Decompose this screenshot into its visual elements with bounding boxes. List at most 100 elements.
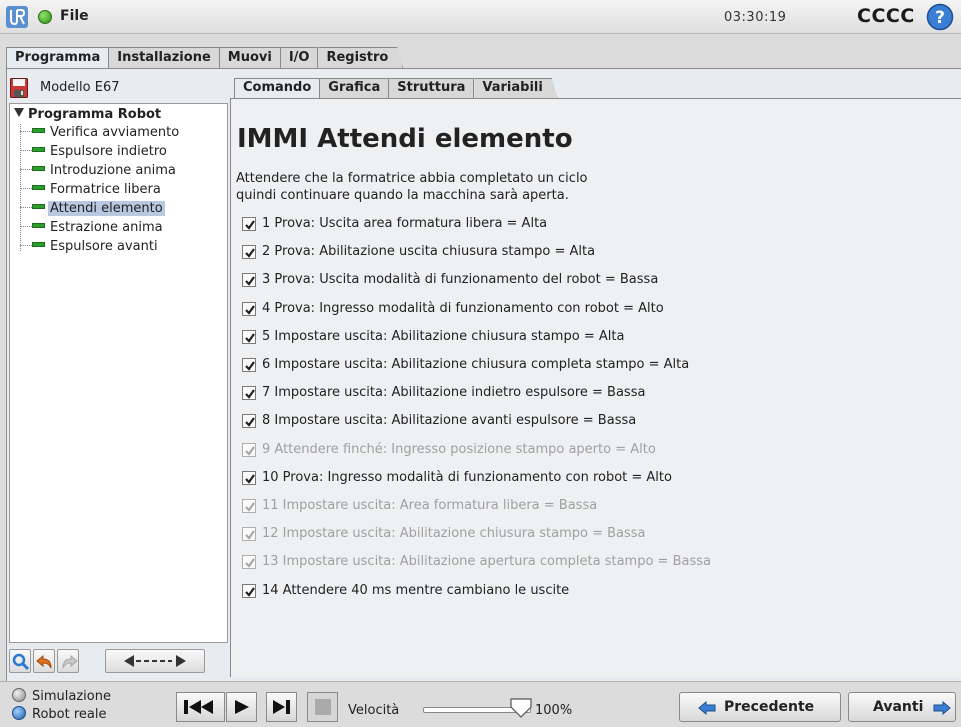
- node-icon: [32, 185, 45, 190]
- step-label: 11 Impostare uscita: Area formatura libe…: [262, 498, 598, 513]
- checkmark-icon: [245, 474, 255, 484]
- node-icon: [32, 166, 45, 171]
- step-label: 4 Prova: Ingresso modalità di funzioname…: [262, 301, 664, 316]
- move-arrow-button[interactable]: [105, 649, 205, 673]
- checkbox[interactable]: [242, 471, 256, 485]
- step-forward-button[interactable]: [266, 692, 297, 722]
- tab-variabili[interactable]: Variabili: [474, 78, 557, 99]
- tree-item-label: Introduzione anima: [50, 163, 176, 178]
- tree-item-label: Espulsore indietro: [50, 144, 167, 159]
- checkmark-icon: [245, 446, 255, 456]
- expand-triangle-icon[interactable]: [14, 108, 24, 117]
- tab-grafica[interactable]: Grafica: [320, 78, 390, 99]
- mode-simulation[interactable]: Simulazione: [12, 688, 111, 708]
- tab-registro[interactable]: Registro: [318, 47, 403, 69]
- tab-programma[interactable]: Programma: [6, 47, 110, 69]
- previous-button[interactable]: Precedente: [679, 692, 841, 722]
- robot-name: CCCC: [857, 5, 915, 27]
- checkbox[interactable]: [242, 217, 256, 231]
- previous-label: Precedente: [724, 699, 815, 715]
- tree-item[interactable]: Espulsore avanti: [20, 239, 160, 257]
- node-icon: [32, 242, 45, 247]
- redo-button[interactable]: [57, 649, 79, 673]
- tree-item-label: Verifica avviamento: [50, 125, 180, 140]
- checkbox[interactable]: [242, 386, 256, 400]
- page-title: IMMI Attendi elemento: [237, 124, 573, 154]
- tree-item-label: Estrazione anima: [50, 220, 163, 235]
- main-tabs: Programma Installazione Muovi I/O Regist…: [6, 47, 403, 69]
- undo-icon: [36, 654, 52, 669]
- clock: 03:30:19: [724, 10, 787, 25]
- help-glyph: ?: [935, 8, 945, 28]
- step-label: 13 Impostare uscita: Abilitazione apertu…: [262, 554, 711, 569]
- search-button[interactable]: [9, 649, 31, 673]
- file-menu[interactable]: File: [60, 8, 89, 24]
- checkbox[interactable]: [242, 330, 256, 344]
- stop-button[interactable]: [307, 692, 338, 722]
- mode-simulation-label: Simulazione: [32, 689, 111, 704]
- checkbox[interactable]: [242, 273, 256, 287]
- step-label: 14 Attendere 40 ms mentre cambiano le us…: [262, 583, 570, 598]
- radio-on-icon[interactable]: [12, 706, 26, 720]
- checkmark-icon: [245, 502, 255, 512]
- tree-item-label: Espulsore avanti: [50, 239, 158, 254]
- checkbox[interactable]: [242, 584, 256, 598]
- tree-item[interactable]: Espulsore indietro: [20, 144, 169, 162]
- step-label: 8 Impostare uscita: Abilitazione avanti …: [262, 413, 637, 428]
- speed-value: 100%: [535, 703, 573, 718]
- next-button[interactable]: Avanti: [848, 692, 956, 722]
- description-line: Attendere che la formatrice abbia comple…: [236, 171, 588, 186]
- tree-root[interactable]: Programma Robot: [14, 107, 161, 122]
- checkbox[interactable]: [242, 358, 256, 372]
- tree-root-label: Programma Robot: [28, 107, 162, 122]
- tree-item[interactable]: Introduzione anima: [20, 163, 178, 181]
- tab-installazione[interactable]: Installazione: [109, 47, 220, 69]
- tree-item[interactable]: Verifica avviamento: [20, 125, 181, 143]
- checkbox[interactable]: [242, 245, 256, 259]
- rewind-icon: [184, 700, 213, 714]
- tab-comando[interactable]: Comando: [234, 78, 321, 99]
- checkbox[interactable]: [242, 527, 256, 541]
- checkmark-icon: [245, 389, 255, 399]
- top-bar: File 03:30:19 CCCC ?: [0, 0, 961, 34]
- tree-item[interactable]: Formatrice libera: [20, 182, 163, 200]
- search-icon: [12, 653, 30, 671]
- checkmark-icon: [245, 361, 255, 371]
- radio-off-icon[interactable]: [12, 688, 26, 702]
- checkbox[interactable]: [242, 302, 256, 316]
- save-icon[interactable]: [10, 78, 28, 98]
- step-label: 2 Prova: Abilitazione uscita chiusura st…: [262, 244, 596, 259]
- status-green-icon: [38, 10, 52, 24]
- node-icon: [32, 147, 45, 152]
- step-label: 1 Prova: Uscita area formatura libera = …: [262, 216, 548, 231]
- ur-logo-icon: [6, 6, 28, 28]
- speed-slider-thumb[interactable]: [510, 698, 532, 718]
- step-forward-icon: [273, 700, 290, 714]
- double-arrow-icon: [124, 655, 186, 667]
- help-icon[interactable]: ?: [926, 3, 954, 31]
- program-tree: Programma Robot Verifica avviamento Espu…: [9, 103, 228, 643]
- tree-item[interactable]: Estrazione anima: [20, 220, 165, 238]
- tab-muovi[interactable]: Muovi: [219, 47, 281, 69]
- undo-button[interactable]: [33, 649, 55, 673]
- tree-toolbar: [9, 649, 228, 677]
- play-button[interactable]: [226, 692, 257, 722]
- speed-label: Velocità: [348, 703, 400, 718]
- tab-struttura[interactable]: Struttura: [389, 78, 475, 99]
- tab-io[interactable]: I/O: [280, 47, 319, 69]
- node-icon: [32, 128, 45, 133]
- mode-real-robot[interactable]: Robot reale: [12, 706, 106, 726]
- rewind-button[interactable]: [176, 692, 225, 722]
- checkbox[interactable]: [242, 555, 256, 569]
- node-icon: [32, 223, 45, 228]
- tree-item-selected[interactable]: Attendi elemento: [20, 201, 165, 219]
- play-icon: [235, 700, 249, 714]
- tree-item-label: Attendi elemento: [48, 201, 165, 216]
- checkbox[interactable]: [242, 414, 256, 428]
- step-label: 7 Impostare uscita: Abilitazione indietr…: [262, 385, 646, 400]
- description: Attendere che la formatrice abbia comple…: [236, 170, 588, 204]
- step-label: 3 Prova: Uscita modalità di funzionament…: [262, 272, 659, 287]
- checkbox[interactable]: [242, 443, 256, 457]
- sub-tabs: Comando Grafica Struttura Variabili: [234, 78, 558, 99]
- checkbox[interactable]: [242, 499, 256, 513]
